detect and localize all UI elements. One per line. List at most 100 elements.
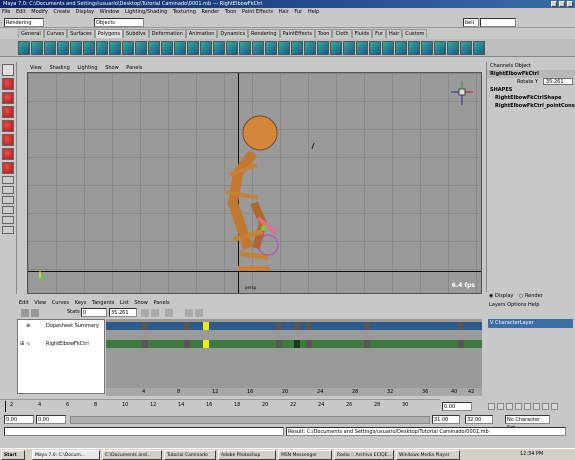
frame-all-icon[interactable]	[151, 309, 159, 317]
polygon-tool-icon[interactable]	[18, 41, 30, 55]
shape-item[interactable]: RightElbowFkCtrl_pointConstr	[487, 102, 575, 110]
tab-surfaces[interactable]: Surfaces	[67, 29, 95, 38]
polygon-tool-icon[interactable]	[96, 41, 108, 55]
ds-menu-edit[interactable]: Edit	[19, 300, 29, 306]
taskbar-item[interactable]: Radio :: Archivo ECIQE...	[334, 450, 394, 460]
tab-polygons[interactable]: Polygons	[94, 29, 123, 38]
polygon-tool-icon[interactable]	[109, 41, 121, 55]
step-forward-button[interactable]	[542, 403, 549, 410]
stats-frame-field[interactable]: 0	[81, 308, 107, 317]
last-tool-icon[interactable]	[2, 162, 14, 174]
polygon-tool-icon[interactable]	[265, 41, 277, 55]
menu-window[interactable]: Window	[100, 9, 120, 15]
polygon-tool-icon[interactable]	[304, 41, 316, 55]
polygon-tool-icon[interactable]	[408, 41, 420, 55]
key-stats-icon[interactable]	[141, 309, 149, 317]
stats-value-field[interactable]: 35.261	[109, 308, 137, 317]
start-time-field[interactable]: 0.00	[4, 415, 34, 424]
polygon-tool-icon[interactable]	[187, 41, 199, 55]
tab-deformation[interactable]: Deformation	[148, 29, 186, 38]
menu-create[interactable]: Create	[53, 9, 70, 15]
keyframe[interactable]	[306, 340, 312, 348]
menu-display[interactable]: Display	[76, 9, 94, 15]
polygon-tool-icon[interactable]	[148, 41, 160, 55]
tab-dynamics[interactable]: Dynamics	[217, 29, 249, 38]
polygon-tool-icon[interactable]	[382, 41, 394, 55]
ds-menu-panels[interactable]: Panels	[153, 300, 169, 306]
ds-menu-list[interactable]: List	[120, 300, 129, 306]
polygon-tool-icon[interactable]	[174, 41, 186, 55]
perspective-viewport[interactable]: persp 6.4 fps	[27, 72, 482, 294]
menu-lighting[interactable]: Lighting/Shading	[125, 9, 167, 15]
cycle-icon[interactable]	[195, 309, 203, 317]
tab-general[interactable]: General	[18, 29, 44, 38]
keyframe[interactable]	[276, 322, 282, 330]
tab-fluids[interactable]: Fluids	[351, 29, 373, 38]
menu-paint-effects[interactable]: Paint Effects	[242, 9, 273, 15]
layer-menu-layers[interactable]: Layers	[489, 302, 506, 308]
keyframe[interactable]	[306, 322, 312, 330]
manipulator-tool-icon[interactable]	[2, 148, 14, 160]
select-tool-icon[interactable]	[2, 64, 14, 76]
polygon-tool-icon[interactable]	[447, 41, 459, 55]
keyframe[interactable]	[364, 340, 370, 348]
outliner-row[interactable]: ⊞ ∿ RightElbowFkCtrl	[18, 340, 104, 349]
polygon-tool-icon[interactable]	[122, 41, 134, 55]
render-radio[interactable]: ○ Render	[519, 293, 543, 299]
tab-fur[interactable]: Fur	[372, 29, 386, 38]
polygon-tool-icon[interactable]	[70, 41, 82, 55]
mode-selector[interactable]: Rendering	[4, 18, 44, 27]
polygon-tool-icon[interactable]	[278, 41, 290, 55]
vp-menu-lighting[interactable]: Lighting	[77, 65, 97, 71]
menu-file[interactable]: File	[2, 9, 10, 15]
character-set-selector[interactable]: No Character Set	[505, 415, 550, 431]
layout-graph-icon[interactable]	[2, 216, 14, 224]
current-keyframe[interactable]	[203, 322, 209, 330]
layout-single-icon[interactable]	[2, 176, 14, 184]
scale-tool-icon[interactable]	[2, 134, 14, 146]
prev-key-button[interactable]	[506, 403, 513, 410]
menu-hair[interactable]: Hair	[279, 9, 289, 15]
channel-attr-value[interactable]: 35.261	[543, 78, 573, 85]
polygon-tool-icon[interactable]	[369, 41, 381, 55]
polygon-tool-icon[interactable]	[460, 41, 472, 55]
move-key-icon[interactable]	[21, 309, 29, 317]
polygon-tool-icon[interactable]	[317, 41, 329, 55]
view-cube-icon[interactable]	[451, 79, 473, 109]
expand-icon[interactable]: ⊕	[26, 322, 30, 331]
tab-animation[interactable]: Animation	[185, 29, 218, 38]
tab-painteffects[interactable]: PaintEffects	[279, 29, 315, 38]
layout-four-icon[interactable]	[2, 186, 14, 194]
vp-menu-panels[interactable]: Panels	[126, 65, 142, 71]
menu-texturing[interactable]: Texturing	[173, 9, 196, 15]
keyframe[interactable]	[294, 322, 300, 330]
tab-curves[interactable]: Curves	[43, 29, 68, 38]
playback-end-field[interactable]: 31.00	[432, 415, 460, 424]
polygon-tool-icon[interactable]	[31, 41, 43, 55]
vp-menu-view[interactable]: View	[30, 65, 42, 71]
step-back-button[interactable]	[497, 403, 504, 410]
go-end-button[interactable]	[551, 403, 558, 410]
maximize-button[interactable]	[559, 1, 565, 7]
polygon-tool-icon[interactable]	[57, 41, 69, 55]
layer-menu-help[interactable]: Help	[528, 302, 539, 308]
close-button[interactable]	[567, 1, 573, 7]
frame-playback-icon[interactable]	[165, 309, 173, 317]
shape-item[interactable]: RightElbowFkCtrlShape	[487, 94, 575, 102]
channel-menu-channels[interactable]: Channels	[490, 63, 513, 69]
tab-custom[interactable]: Custom	[402, 29, 428, 38]
polygon-tool-icon[interactable]	[83, 41, 95, 55]
polygon-tool-icon[interactable]	[395, 41, 407, 55]
polygon-tool-icon[interactable]	[291, 41, 303, 55]
vp-menu-show[interactable]: Show	[105, 65, 119, 71]
polygon-tool-icon[interactable]	[239, 41, 251, 55]
polygon-tool-icon[interactable]	[200, 41, 212, 55]
menu-modify[interactable]: Modify	[31, 9, 48, 15]
quick-select-field[interactable]	[480, 18, 516, 27]
polygon-tool-icon[interactable]	[330, 41, 342, 55]
current-time-marker[interactable]	[5, 401, 6, 412]
layout-outliner-icon[interactable]	[2, 226, 14, 234]
menu-render[interactable]: Render	[201, 9, 219, 15]
ds-menu-curves[interactable]: Curves	[52, 300, 69, 306]
lasso-tool-icon[interactable]	[2, 78, 14, 90]
